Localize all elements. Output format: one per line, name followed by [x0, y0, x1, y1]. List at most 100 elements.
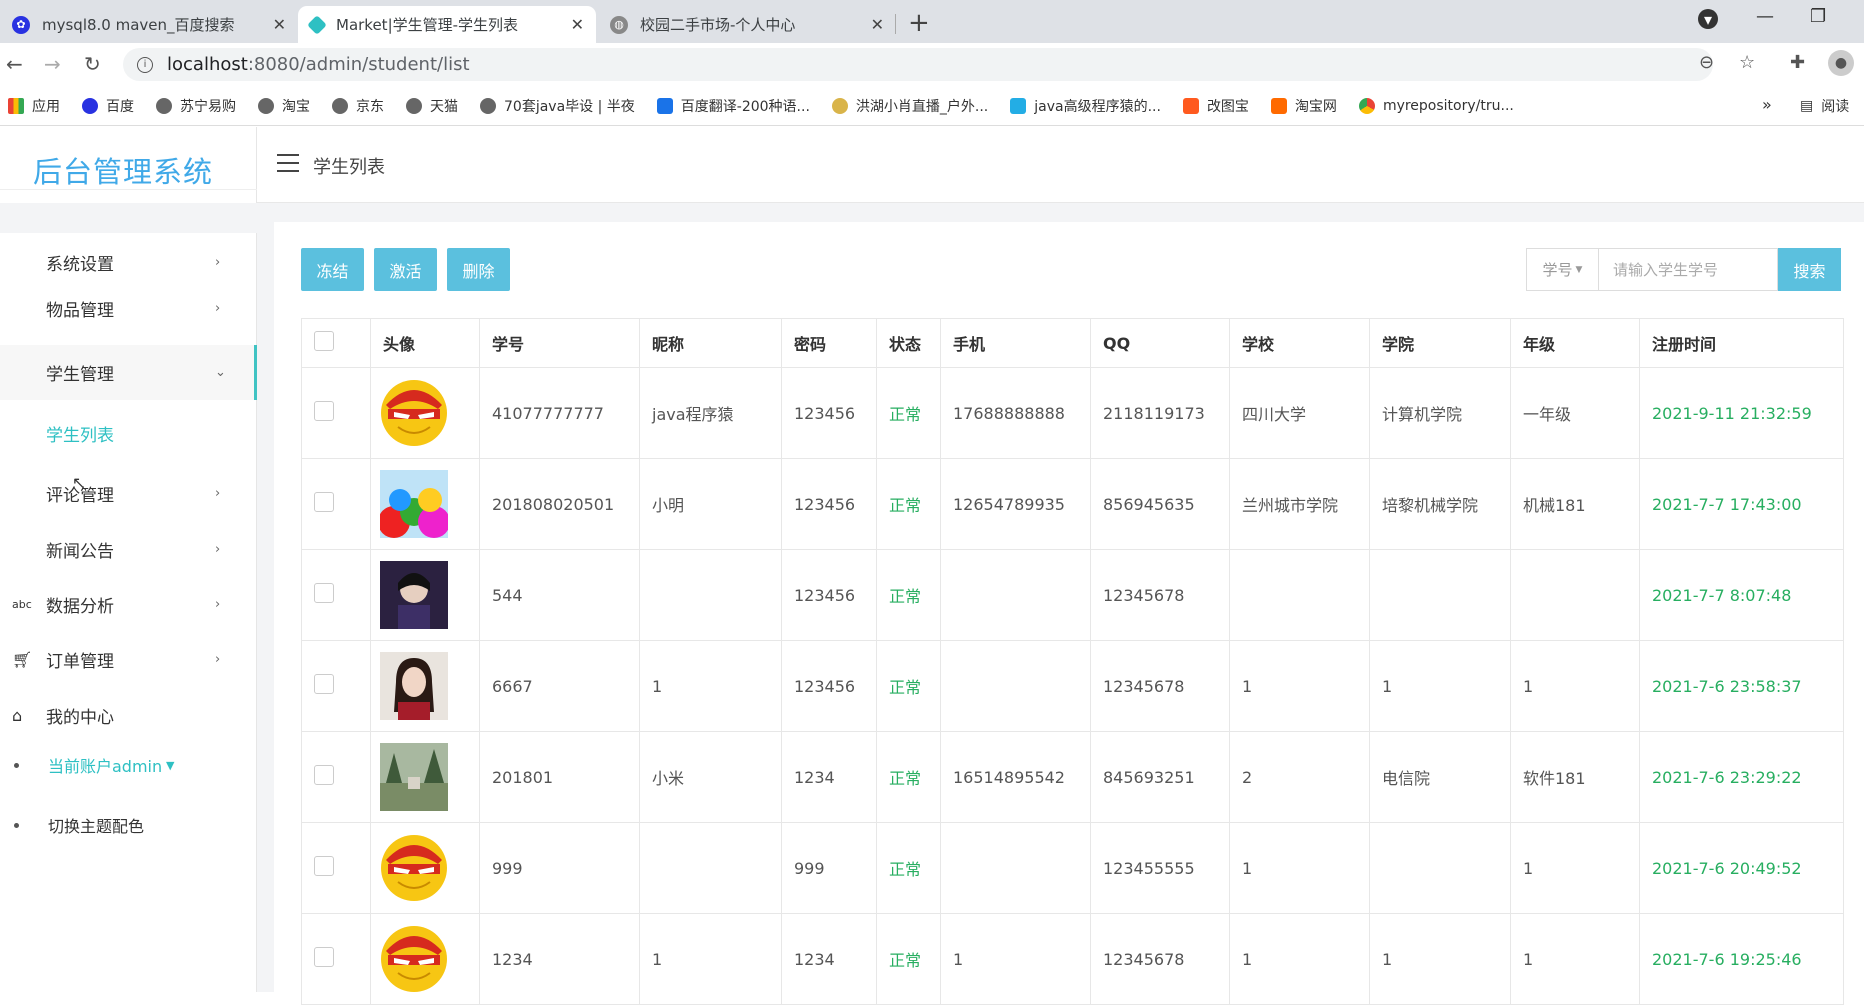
browser-tab[interactable]: ✿ mysql8.0 maven_百度搜索 ✕ — [0, 6, 298, 43]
cell-pwd: 1234 — [781, 731, 877, 823]
bookmark-item[interactable]: 京东 — [332, 96, 384, 116]
zoom-icon[interactable]: ⊖ — [1699, 52, 1714, 73]
browser-tab-strip: ✿ mysql8.0 maven_百度搜索 ✕ Market|学生管理-学生列表… — [0, 0, 1864, 43]
avatar — [380, 743, 479, 811]
row-checkbox[interactable] — [314, 583, 334, 603]
row-checkbox[interactable] — [314, 401, 334, 421]
cell-grade: 1 — [1510, 640, 1640, 732]
site-info-icon[interactable]: i — [137, 56, 153, 73]
forward-arrow-icon[interactable]: → — [44, 52, 61, 76]
bookmark-item[interactable]: 洪湖小肖直播_户外... — [831, 96, 989, 116]
sidebar-item-my-center[interactable]: ⌂ 我的中心 — [0, 690, 257, 740]
close-icon[interactable]: ✕ — [273, 15, 286, 34]
menu-toggle-icon[interactable] — [277, 154, 299, 172]
cell-sn: 1234 — [479, 913, 640, 1005]
bookmark-label: 70套java毕设 | 半夜 — [504, 98, 635, 115]
bookmark-item[interactable]: 70套java毕设 | 半夜 — [480, 96, 635, 116]
column-header: 学号 — [479, 318, 640, 368]
column-header: 头像 — [370, 318, 480, 368]
table-row: 999 999 正常 123455555 1 1 2021-7-6 20:49:52 — [301, 822, 1844, 914]
app-header: 学生列表 — [257, 127, 1864, 203]
avatar — [381, 925, 479, 993]
theme-switch[interactable]: 切换主题配色 — [0, 800, 257, 850]
bookmark-item[interactable]: 百度 — [82, 96, 134, 116]
new-tab-plus-icon[interactable]: + — [908, 8, 930, 38]
bookmark-item[interactable]: 苏宁易购 — [156, 96, 236, 116]
bilibili-icon — [1010, 97, 1027, 114]
bookmark-item[interactable]: 淘宝 — [258, 96, 310, 116]
cell-time: 2021-7-6 23:29:22 — [1639, 731, 1844, 823]
cell-phone — [940, 640, 1091, 732]
row-checkbox[interactable] — [314, 947, 334, 967]
sidebar-item-student-list[interactable]: 学生列表 — [0, 408, 257, 458]
minimize-icon[interactable]: — — [1756, 6, 1774, 27]
cell-qq: 123455555 — [1090, 822, 1230, 914]
column-header: 手机 — [940, 318, 1091, 368]
sidebar-item-news[interactable]: 新闻公告 › — [0, 524, 257, 574]
bookmark-apps[interactable]: 应用 — [8, 96, 60, 116]
browser-tab-active[interactable]: Market|学生管理-学生列表 ✕ — [298, 6, 596, 43]
cell-college: 培黎机械学院 — [1369, 458, 1511, 550]
row-checkbox[interactable] — [314, 856, 334, 876]
bookmark-item[interactable]: myrepository/tru... — [1358, 97, 1514, 114]
sidebar-item-label: 系统设置 — [46, 254, 114, 275]
bookmark-label: 天猫 — [430, 98, 458, 115]
row-checkbox[interactable] — [314, 492, 334, 512]
restore-icon[interactable]: ❐ — [1810, 6, 1826, 27]
search-button[interactable]: 搜索 — [1778, 248, 1841, 291]
bookmark-star-icon[interactable]: ☆ — [1739, 52, 1755, 73]
avatar-cell — [370, 731, 480, 823]
bookmark-item[interactable]: 百度翻译-200种语... — [656, 96, 810, 116]
sidebar-item-comments[interactable]: 评论管理 › — [0, 468, 257, 518]
address-bar[interactable]: i localhost:8080/admin/student/list — [123, 48, 1713, 81]
sidebar-item-analytics[interactable]: abc 数据分析 › — [0, 579, 257, 629]
sidebar-item-orders[interactable]: 🛒︎ 订单管理 › — [0, 634, 257, 684]
delete-button[interactable]: 删除 — [447, 248, 510, 291]
bullet — [14, 822, 19, 828]
row-checkbox[interactable] — [314, 765, 334, 785]
select-all-checkbox[interactable] — [314, 331, 334, 351]
reload-icon[interactable]: ↻ — [84, 52, 101, 76]
tab-search-chevron-icon[interactable]: ▾ — [1698, 9, 1718, 29]
bookmark-item[interactable]: 改图宝 — [1182, 96, 1249, 116]
close-icon[interactable]: ✕ — [871, 15, 884, 34]
theme-switch-label: 切换主题配色 — [48, 817, 145, 836]
bookmark-item[interactable]: 淘宝网 — [1270, 96, 1337, 116]
cell-college: 计算机学院 — [1369, 367, 1511, 459]
search-field-select[interactable]: 学号 ▼ — [1526, 248, 1598, 291]
close-icon[interactable]: ✕ — [571, 15, 584, 34]
back-arrow-icon[interactable]: ← — [6, 52, 23, 76]
freeze-button[interactable]: 冻结 — [301, 248, 364, 291]
column-header: 学院 — [1369, 318, 1511, 368]
extensions-puzzle-icon[interactable]: ✚ — [1790, 52, 1805, 73]
diamond-app-icon — [307, 14, 327, 35]
sidebar-item-goods[interactable]: 物品管理 › — [0, 283, 257, 333]
account-dropdown[interactable]: 当前账户admin ▼ — [0, 740, 257, 790]
bookmarks-overflow[interactable]: » — [1762, 95, 1772, 114]
sidebar-item-students[interactable]: 学生管理 ⌄ — [0, 345, 257, 400]
tab-title: mysql8.0 maven_百度搜索 — [42, 16, 235, 34]
sidebar-item-system-settings[interactable]: 系统设置 › — [0, 237, 257, 287]
cell-sn: 544 — [479, 549, 640, 641]
cell-qq: 2118119173 — [1090, 367, 1230, 459]
cell-sn: 201801 — [479, 731, 640, 823]
cell-sn: 41077777777 — [479, 367, 640, 459]
globe-icon — [258, 97, 274, 114]
reading-list[interactable]: ▤ 阅读 — [1800, 96, 1849, 116]
chrome-icon — [1358, 97, 1375, 114]
abc-icon: abc — [12, 597, 32, 611]
cell-nick: 1 — [639, 640, 782, 732]
search-input[interactable] — [1598, 248, 1778, 291]
cell-pwd: 1234 — [781, 913, 877, 1005]
bookmark-label: 百度翻译-200种语... — [680, 98, 810, 115]
profile-avatar-icon[interactable]: ● — [1828, 50, 1854, 76]
browser-tab[interactable]: ◍ 校园二手市场-个人中心 ✕ — [598, 6, 896, 43]
bookmark-item[interactable]: 天猫 — [406, 96, 458, 116]
cell-sn: 999 — [479, 822, 640, 914]
cell-sn: 201808020501 — [479, 458, 640, 550]
bookmark-item[interactable]: java高级程序猿的... — [1010, 96, 1161, 116]
row-checkbox[interactable] — [314, 674, 334, 694]
chevron-right-icon: › — [215, 596, 221, 612]
activate-button[interactable]: 激活 — [374, 248, 437, 291]
bookmark-label: 洪湖小肖直播_户外... — [855, 98, 989, 115]
